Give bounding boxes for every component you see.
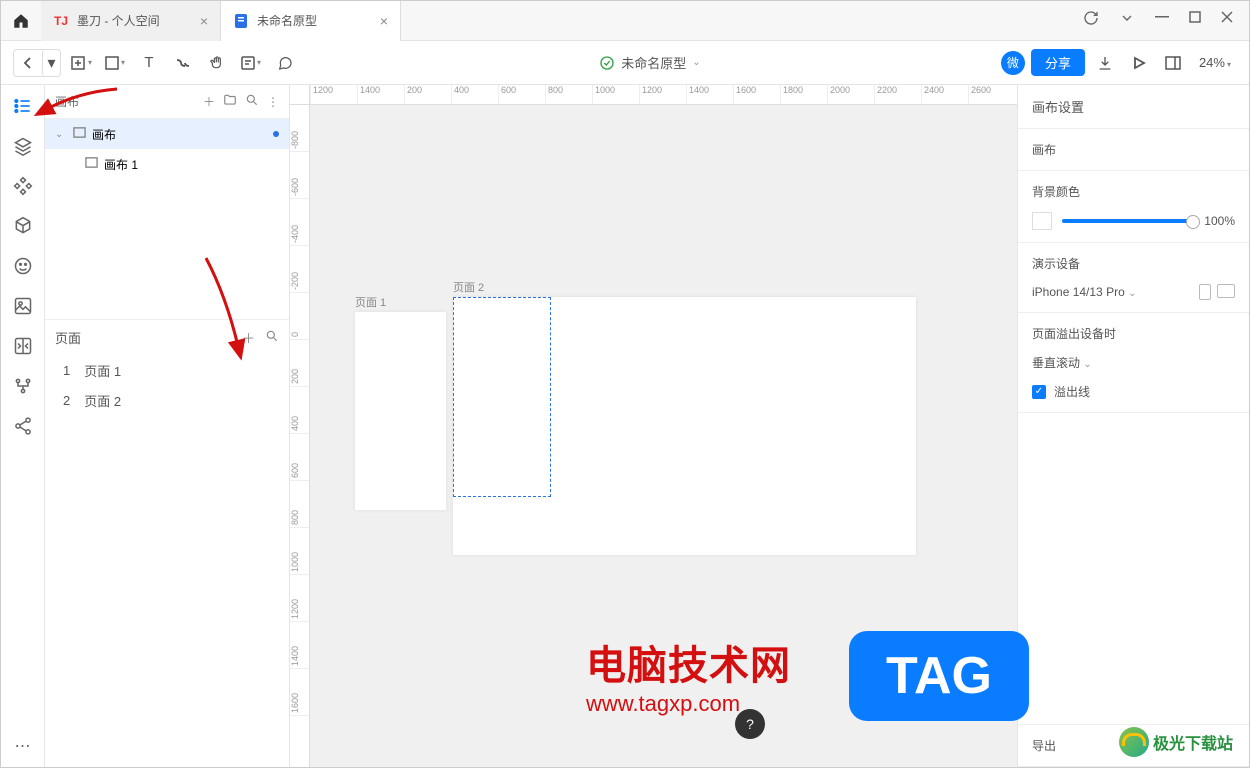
tab-1-label: 墨刀 - 个人空间 [77,12,192,29]
ruler-horizontal: 1200140020040060080010001200140016001800… [310,85,1017,105]
rp-title: 画布设置 [1018,85,1249,129]
tree-root-label: 画布 [92,126,116,143]
doc-title-label: 未命名原型 [621,53,686,72]
template-icon[interactable] [12,335,34,357]
opacity-value: 100% [1204,214,1235,228]
tree-root-item[interactable]: ⌄ 画布 [45,119,289,149]
active-dot-icon [273,131,279,137]
overflow-line-label: 溢出线 [1054,383,1090,400]
hand-button[interactable] [203,49,231,77]
play-button[interactable] [1125,49,1153,77]
share-button[interactable]: 分享 [1031,49,1085,76]
canvas-tree: ⌄ 画布 画布 1 [45,119,289,179]
device-portrait-icon[interactable] [1199,284,1211,300]
assets-icon[interactable] [12,215,34,237]
doc-title-center[interactable]: 未命名原型 ⌄ [305,53,995,72]
panel-toggle-button[interactable] [1159,49,1187,77]
tab-2[interactable]: 未命名原型 × [221,1,401,41]
download-button[interactable] [1091,49,1119,77]
canvas-panel-header: 画布 ＋ ⋮ [45,85,289,119]
maximize-icon[interactable] [1189,10,1201,31]
pages-header: 页面 ＋ [45,319,289,355]
tab-1[interactable]: TJ 墨刀 - 个人空间 × [41,1,221,41]
close-icon[interactable]: × [200,13,208,29]
emoji-icon[interactable] [12,255,34,277]
device-header-label: 演示设备 [1032,255,1235,272]
device-landscape-icon[interactable] [1217,284,1235,298]
jg-logo-icon [1119,727,1149,757]
right-panel: 画布设置 画布 背景颜色 100% 演示设备 iPhone 14/13 Pro … [1017,85,1249,767]
more-icon[interactable]: ⋯ [12,735,34,757]
artboard-1[interactable]: 页面 1 [355,312,446,510]
back-dropdown[interactable]: ▾ [42,49,60,77]
page-row-2[interactable]: 2页面 2 [45,385,289,415]
board-icon [73,126,86,142]
icon-rail: ⋯ [1,85,45,767]
close-window-icon[interactable] [1221,10,1233,31]
components-icon[interactable] [12,175,34,197]
rp-bgcolor: 背景颜色 100% [1018,171,1249,243]
toolbar: ▾ T 未命名原型 ⌄ 微 分享 24% [1,41,1249,85]
overflow-checkbox[interactable]: ✓ [1032,385,1046,399]
rp-overflow: 页面溢出设备时 垂直滚动 ⌄ ✓ 溢出线 [1018,313,1249,413]
dropdown-icon[interactable] [1119,10,1135,31]
connector-button[interactable] [169,49,197,77]
rp-device: 演示设备 iPhone 14/13 Pro ⌄ [1018,243,1249,313]
more-canvas-icon[interactable]: ⋮ [267,95,279,109]
watermark-jg: 极光下载站 [1119,727,1233,757]
text-button[interactable]: T [135,49,163,77]
add-canvas-icon[interactable]: ＋ [203,93,215,110]
folder-icon[interactable] [223,93,237,110]
close-icon[interactable]: × [380,13,388,29]
artboard-1-label: 页面 1 [355,294,386,310]
note-button[interactable] [237,49,265,77]
chevron-down-icon: ⌄ [692,57,700,68]
opacity-slider[interactable] [1062,219,1194,223]
refresh-icon[interactable] [1083,10,1099,31]
tab-2-label: 未命名原型 [257,12,372,29]
share-rail-icon[interactable] [12,415,34,437]
scroll-select[interactable]: 垂直滚动 ⌄ [1032,354,1092,371]
flow-icon[interactable] [12,375,34,397]
search-canvas-icon[interactable] [245,93,259,110]
minimize-icon[interactable] [1155,10,1169,31]
back-button[interactable] [14,49,42,77]
device-select[interactable]: iPhone 14/13 Pro ⌄ [1032,285,1136,299]
overflow-header-label: 页面溢出设备时 [1032,325,1116,342]
image-icon[interactable] [12,295,34,317]
doc-icon [233,13,249,29]
pages-list: 1页面 1 2页面 2 [45,355,289,415]
watermark-tag: TAG [849,631,1029,721]
add-frame-button[interactable] [67,49,95,77]
add-page-icon[interactable]: ＋ [242,328,255,347]
app-icon: TJ [53,13,69,29]
comment-button[interactable] [271,49,299,77]
left-panel: 画布 ＋ ⋮ ⌄ 画布 画布 1 页面 ＋ [45,85,290,767]
tree-child-label: 画布 1 [104,156,138,173]
outline-icon[interactable] [12,95,34,117]
board-icon [85,156,98,172]
selection-box [453,297,551,497]
watermark-text: 电脑技术网 www.tagxp.com [586,633,791,717]
page-row-1[interactable]: 1页面 1 [45,355,289,385]
canvas-header-label: 画布 [55,93,79,110]
search-page-icon[interactable] [265,329,279,346]
bgcolor-label: 背景颜色 [1032,183,1080,200]
ruler-vertical: -800-600-400-200020040060080010001200140… [290,105,310,767]
wechat-button[interactable]: 微 [1001,51,1025,75]
chevron-down-icon: ⌄ [55,129,67,140]
title-bar: TJ 墨刀 - 个人空间 × 未命名原型 × [1,1,1249,41]
ruler-corner [290,85,310,105]
layers-icon[interactable] [12,135,34,157]
color-swatch[interactable] [1032,212,1052,230]
check-icon [599,55,615,71]
artboard-2-label: 页面 2 [453,279,484,295]
rp-canvas[interactable]: 画布 [1018,129,1249,171]
pages-header-label: 页面 [55,328,81,347]
shape-button[interactable] [101,49,129,77]
tree-child-item[interactable]: 画布 1 [45,149,289,179]
home-icon[interactable] [1,12,41,30]
zoom-select[interactable]: 24% [1193,55,1237,70]
